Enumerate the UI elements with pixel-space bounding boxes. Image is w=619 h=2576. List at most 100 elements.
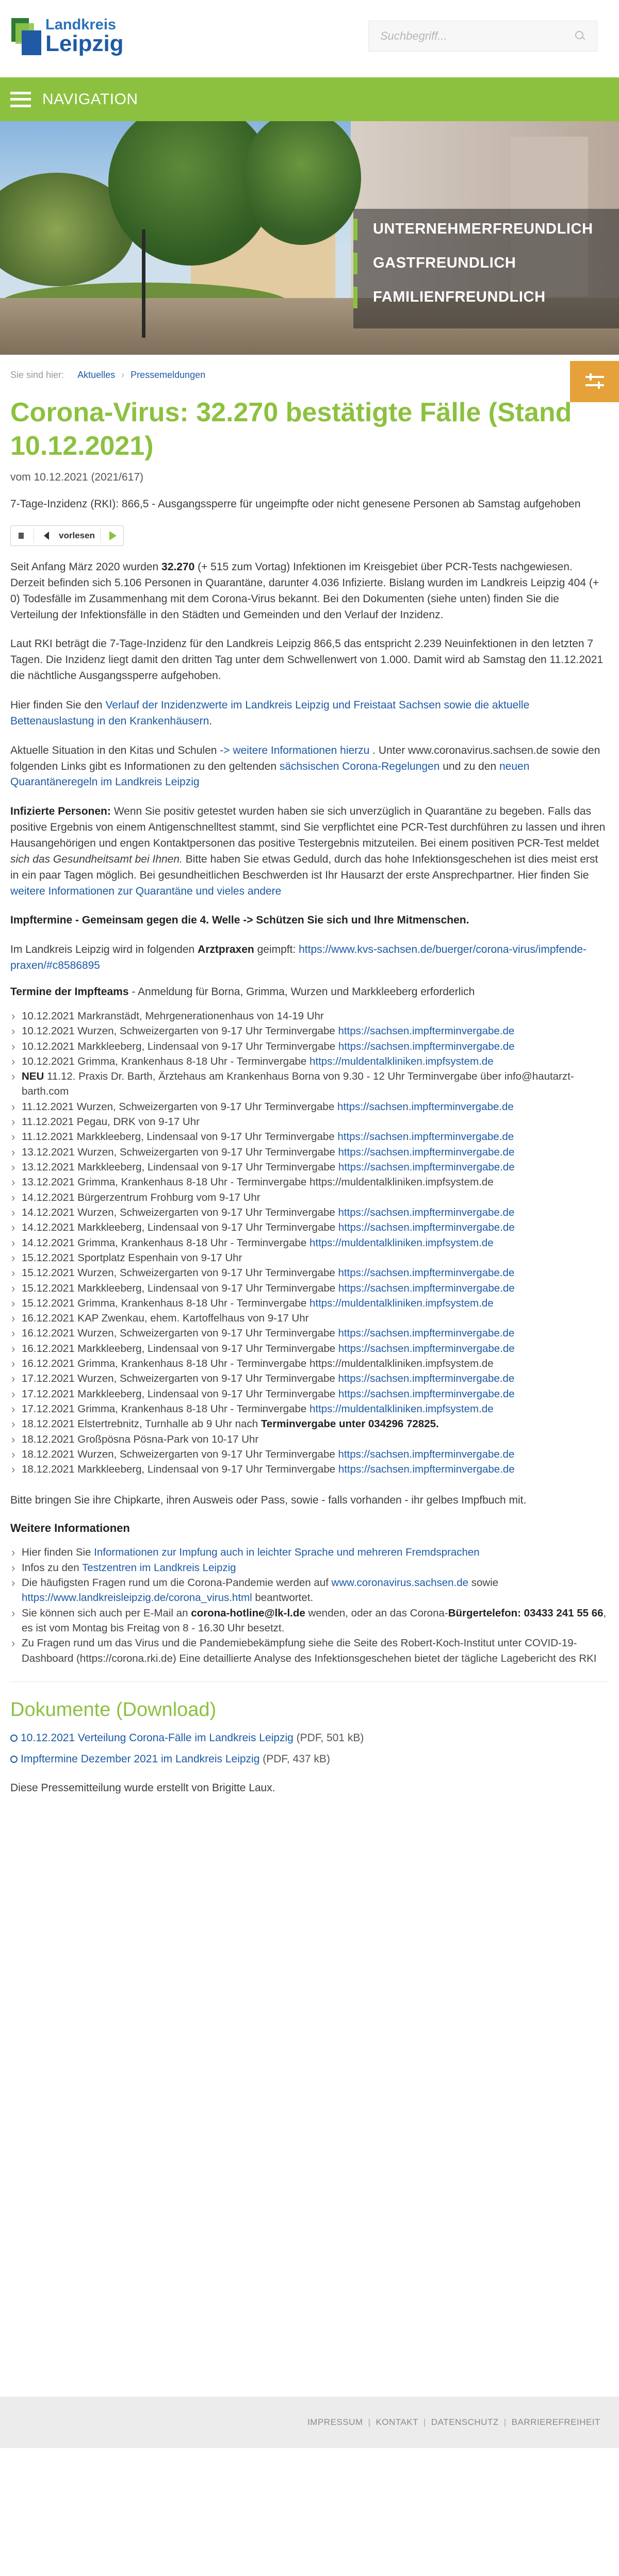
breadcrumb-item-aktuelles[interactable]: Aktuelles — [77, 368, 115, 382]
appointment-text: 18.12.2021 Elstertrebnitz, Turnhalle ab … — [22, 1418, 261, 1430]
footer-link-datenschutz[interactable]: DATENSCHUTZ — [431, 2416, 499, 2429]
appointment-text: 11.12.2021 Markkleeberg, Lindensaal von … — [22, 1131, 338, 1143]
appointment-text: 11.12.2021 Pegau, DRK von 9-17 Uhr — [22, 1116, 200, 1128]
search-input[interactable] — [380, 29, 566, 43]
quarantine-info-link[interactable]: weitere Informationen zur Quarantäne und… — [10, 885, 281, 897]
info-link[interactable]: https://www.landkreisleipzig.de/corona_v… — [22, 1592, 252, 1604]
download-link[interactable]: Impftermine Dezember 2021 im Landkreis L… — [21, 1753, 259, 1765]
list-item: Sie können sich auch per E-Mail an coron… — [10, 1605, 609, 1636]
downloads-list: 10.12.2021 Verteilung Corona-Fälle im La… — [10, 1730, 609, 1768]
appointment-link[interactable]: https://sachsen.impfterminvergabe.de — [338, 1388, 515, 1400]
appointment-text: 15.12.2021 Sportplatz Espenhain von 9-17… — [22, 1251, 242, 1264]
appointment-text: 18.12.2021 Großpösna Pösna-Park von 10-1… — [22, 1433, 259, 1445]
appointment-link[interactable]: https://muldentalkliniken.impfsystem.de — [310, 1297, 494, 1309]
footer-link-kontakt[interactable]: KONTAKT — [376, 2416, 418, 2429]
appointment-link[interactable]: https://sachsen.impfterminvergabe.de — [337, 1131, 514, 1143]
list-item: 16.12.2021 Grimma, Krankenhaus 8-18 Uhr … — [10, 1356, 609, 1372]
appointment-text: 16.12.2021 Grimma, Krankenhaus 8-18 Uhr … — [22, 1358, 494, 1370]
list-item: NEU 11.12. Praxis Dr. Barth, Ärztehaus a… — [10, 1068, 609, 1099]
list-item: 16.12.2021 Wurzen, Schweizergarten von 9… — [10, 1325, 609, 1342]
article-date: vom 10.12.2021 (2021/617) — [10, 471, 144, 483]
appointment-link[interactable]: https://muldentalkliniken.impfsystem.de — [310, 1237, 494, 1249]
navigation-label: NAVIGATION — [42, 91, 138, 108]
author-note: Diese Pressemitteilung wurde erstellt vo… — [10, 1781, 275, 1794]
appointment-text: 16.12.2021 KAP Zwenkau, ehem. Kartoffelh… — [22, 1312, 309, 1325]
appointment-text: 15.12.2021 Wurzen, Schweizergarten von 9… — [22, 1267, 338, 1279]
list-item: 13.12.2021 Wurzen, Schweizergarten von 9… — [10, 1144, 609, 1161]
search-icon[interactable] — [575, 31, 585, 41]
list-item: 15.12.2021 Grimma, Krankenhaus 8-18 Uhr … — [10, 1295, 609, 1312]
list-item: Zu Fragen rund um das Virus und die Pand… — [10, 1635, 609, 1666]
list-item: 18.12.2021 Elstertrebnitz, Turnhalle ab … — [10, 1416, 609, 1432]
appointment-link[interactable]: https://muldentalkliniken.impfsystem.de — [310, 1403, 494, 1415]
list-item: Die häufigsten Fragen rund um die Corona… — [10, 1575, 609, 1606]
list-item: 14.12.2021 Wurzen, Schweizergarten von 9… — [10, 1204, 609, 1221]
appointment-link[interactable]: https://sachsen.impfterminvergabe.de — [338, 1282, 515, 1294]
list-item: 14.12.2021 Grimma, Krankenhaus 8-18 Uhr … — [10, 1235, 609, 1251]
list-item: 16.12.2021 KAP Zwenkau, ehem. Kartoffelh… — [10, 1310, 609, 1327]
list-item: 10.12.2021 Wurzen, Schweizergarten von 9… — [10, 1023, 609, 1039]
appointment-link[interactable]: https://sachsen.impfterminvergabe.de — [338, 1041, 515, 1052]
appointment-link[interactable]: https://sachsen.impfterminvergabe.de — [337, 1101, 514, 1113]
logo-line1: Landkreis — [45, 16, 116, 33]
footer-link-impressum[interactable]: IMPRESSUM — [307, 2416, 363, 2429]
list-item: 13.12.2021 Markkleeberg, Lindensaal von … — [10, 1159, 609, 1176]
appointment-link[interactable]: https://sachsen.impfterminvergabe.de — [338, 1448, 514, 1460]
appointment-text: 11.12.2021 Wurzen, Schweizergarten von 9… — [22, 1100, 337, 1113]
info-link[interactable]: Testzentren im Landkreis Leipzig — [82, 1562, 236, 1574]
appointment-text: 14.12.2021 Wurzen, Schweizergarten von 9… — [22, 1206, 338, 1218]
stop-icon — [19, 533, 24, 539]
settings-toggle-button[interactable] — [570, 361, 619, 402]
footer-link-barrierefreiheit[interactable]: BARRIEREFREIHEIT — [512, 2416, 600, 2429]
hamburger-menu-icon[interactable] — [10, 91, 31, 107]
saxony-rules-link[interactable]: sächsischen Corona-Regelungen — [280, 761, 440, 772]
appointment-link[interactable]: https://sachsen.impfterminvergabe.de — [338, 1146, 514, 1158]
paragraph-cases: Seit Anfang März 2020 wurden 32.270 (+ 5… — [10, 561, 599, 621]
appointment-link[interactable]: https://sachsen.impfterminvergabe.de — [338, 1327, 514, 1339]
appointment-text: 17.12.2021 Wurzen, Schweizergarten von 9… — [22, 1373, 338, 1385]
appointment-text: 14.12.2021 Markkleeberg, Lindensaal von … — [22, 1221, 338, 1234]
download-icon — [10, 1756, 18, 1763]
slogan-panel: UNTERNEHMERFREUNDLICH GASTFREUNDLICH FAM… — [353, 209, 619, 328]
appointment-link[interactable]: https://muldentalkliniken.impfsystem.de — [310, 1055, 494, 1067]
appointment-text: 18.12.2021 Wurzen, Schweizergarten von 9… — [22, 1448, 338, 1460]
play-button[interactable] — [106, 529, 120, 543]
list-item: Infos zu den Testzentren im Landkreis Le… — [10, 1560, 609, 1576]
download-icon — [10, 1734, 18, 1742]
info-link[interactable]: Informationen zur Impfung auch in leicht… — [94, 1546, 480, 1558]
appointment-text: 10.12.2021 Markkleeberg, Lindensaal von … — [22, 1040, 338, 1052]
appointment-text: 17.12.2021 Grimma, Krankenhaus 8-18 Uhr … — [22, 1403, 310, 1415]
appointment-link[interactable]: https://sachsen.impfterminvergabe.de — [338, 1221, 515, 1233]
appointment-link[interactable]: https://sachsen.impfterminvergabe.de — [338, 1267, 514, 1279]
read-aloud-label[interactable]: vorlesen — [59, 529, 95, 542]
paragraph-incidence: Laut RKI beträgt die 7-Tage-Inzidenz für… — [10, 638, 604, 682]
slogan-item: GASTFREUNDLICH — [353, 250, 619, 277]
appointment-link[interactable]: https://sachsen.impfterminvergabe.de — [338, 1207, 514, 1218]
appointment-link[interactable]: https://sachsen.impfterminvergabe.de — [338, 1463, 515, 1475]
speaker-icon[interactable] — [39, 529, 54, 543]
hero-image: UNTERNEHMERFREUNDLICH GASTFREUNDLICH FAM… — [0, 121, 619, 355]
paragraph-schools: Aktuelle Situation in den Kitas und Schu… — [10, 744, 600, 788]
appointment-link[interactable]: https://sachsen.impfterminvergabe.de — [338, 1025, 514, 1037]
appointment-link[interactable]: https://sachsen.impfterminvergabe.de — [338, 1343, 515, 1355]
list-item: 13.12.2021 Grimma, Krankenhaus 8-18 Uhr … — [10, 1174, 609, 1191]
appointment-text: 10.12.2021 Grimma, Krankenhaus 8-18 Uhr … — [22, 1055, 310, 1067]
site-logo[interactable]: Landkreis Leipzig — [11, 18, 124, 55]
appointments-list: 10.12.2021 Markranstädt, Mehrgeneratione… — [10, 1008, 609, 1478]
appointment-text: 13.12.2021 Wurzen, Schweizergarten von 9… — [22, 1146, 338, 1158]
stop-button[interactable] — [14, 529, 28, 543]
divider — [10, 1681, 609, 1682]
page-title: Corona-Virus: 32.270 bestätigte Fälle (S… — [10, 398, 572, 461]
list-item: 10.12.2021 Grimma, Krankenhaus 8-18 Uhr … — [10, 1053, 609, 1070]
appointment-link[interactable]: https://sachsen.impfterminvergabe.de — [338, 1161, 515, 1173]
site-footer: IMPRESSUM | KONTAKT | DATENSCHUTZ | BARRIER… — [0, 2397, 619, 2448]
breadcrumb-item-pressemeldungen[interactable]: Pressemeldungen — [131, 368, 205, 382]
info-link[interactable]: www.coronavirus.sachsen.de — [332, 1577, 469, 1589]
appointment-text: 16.12.2021 Wurzen, Schweizergarten von 9… — [22, 1327, 338, 1340]
download-link[interactable]: 10.12.2021 Verteilung Corona-Fälle im La… — [21, 1732, 294, 1744]
navigation-bar[interactable]: NAVIGATION — [0, 77, 619, 121]
list-item: 17.12.2021 Grimma, Krankenhaus 8-18 Uhr … — [10, 1401, 609, 1417]
breadcrumb-prefix: Sie sind hier: — [10, 369, 64, 380]
appointment-link[interactable]: https://sachsen.impfterminvergabe.de — [338, 1373, 514, 1384]
schools-info-link[interactable]: -> weitere Informationen hierzu — [220, 745, 369, 756]
